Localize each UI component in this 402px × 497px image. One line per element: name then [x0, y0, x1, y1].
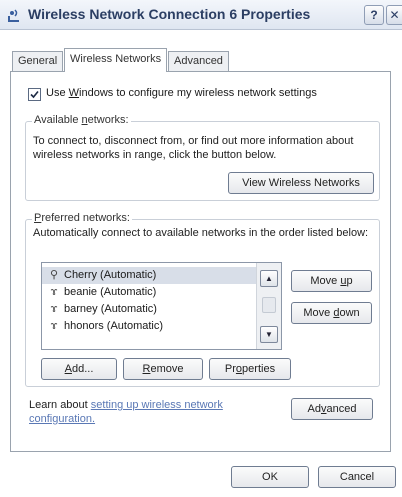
- list-item[interactable]: ɤ hhonors (Automatic): [42, 318, 256, 335]
- wireless-signal-icon: ɤ: [50, 320, 58, 332]
- use-windows-checkbox[interactable]: [28, 88, 41, 101]
- preferred-networks-list[interactable]: ⚲ Cherry (Automatic) ɤ beanie (Automatic) …: [41, 262, 282, 350]
- scroll-thumb[interactable]: [262, 297, 276, 313]
- tab-advanced[interactable]: Advanced: [168, 51, 229, 71]
- preferred-networks-legend: Preferred networks:: [32, 212, 132, 224]
- list-item[interactable]: ɤ barney (Automatic): [42, 301, 256, 318]
- help-button[interactable]: ?: [364, 5, 384, 25]
- tab-general[interactable]: General: [12, 51, 64, 71]
- learn-about-text: Learn about setting up wireless network …: [29, 399, 223, 425]
- close-button[interactable]: ✕: [386, 5, 402, 25]
- move-down-button[interactable]: Move down: [291, 302, 372, 324]
- available-networks-legend: Available networks:: [32, 114, 131, 126]
- properties-button[interactable]: Properties: [209, 358, 291, 380]
- available-networks-description: To connect to, disconnect from, or find …: [33, 135, 354, 161]
- add-button[interactable]: Add...: [41, 358, 117, 380]
- wireless-antenna-icon: ⚲: [49, 269, 59, 281]
- title-bar[interactable]: Wireless Network Connection 6 Properties…: [0, 0, 402, 30]
- wireless-signal-icon: ɤ: [50, 303, 58, 315]
- list-item[interactable]: ⚲ Cherry (Automatic): [42, 267, 256, 284]
- network-connection-icon: [6, 7, 22, 23]
- preferred-networks-description: Automatically connect to available netwo…: [33, 227, 369, 239]
- advanced-button[interactable]: Advanced: [291, 398, 373, 420]
- list-scrollbar[interactable]: ▲ ▼: [256, 263, 281, 349]
- use-windows-label[interactable]: Use Windows to configure my wireless net…: [46, 87, 317, 99]
- cancel-button[interactable]: Cancel: [318, 466, 396, 488]
- ok-button[interactable]: OK: [231, 466, 309, 488]
- tab-wireless-networks[interactable]: Wireless Networks: [64, 48, 168, 72]
- move-up-button[interactable]: Move up: [291, 270, 372, 292]
- view-wireless-networks-button[interactable]: View Wireless Networks: [228, 172, 374, 194]
- window-title: Wireless Network Connection 6 Properties: [28, 6, 311, 22]
- checkmark-icon: [30, 90, 39, 99]
- scroll-down-icon[interactable]: ▼: [260, 326, 278, 343]
- list-item[interactable]: ɤ beanie (Automatic): [42, 284, 256, 301]
- remove-button[interactable]: Remove: [123, 358, 203, 380]
- wireless-signal-icon: ɤ: [50, 286, 58, 298]
- scroll-up-icon[interactable]: ▲: [260, 270, 278, 287]
